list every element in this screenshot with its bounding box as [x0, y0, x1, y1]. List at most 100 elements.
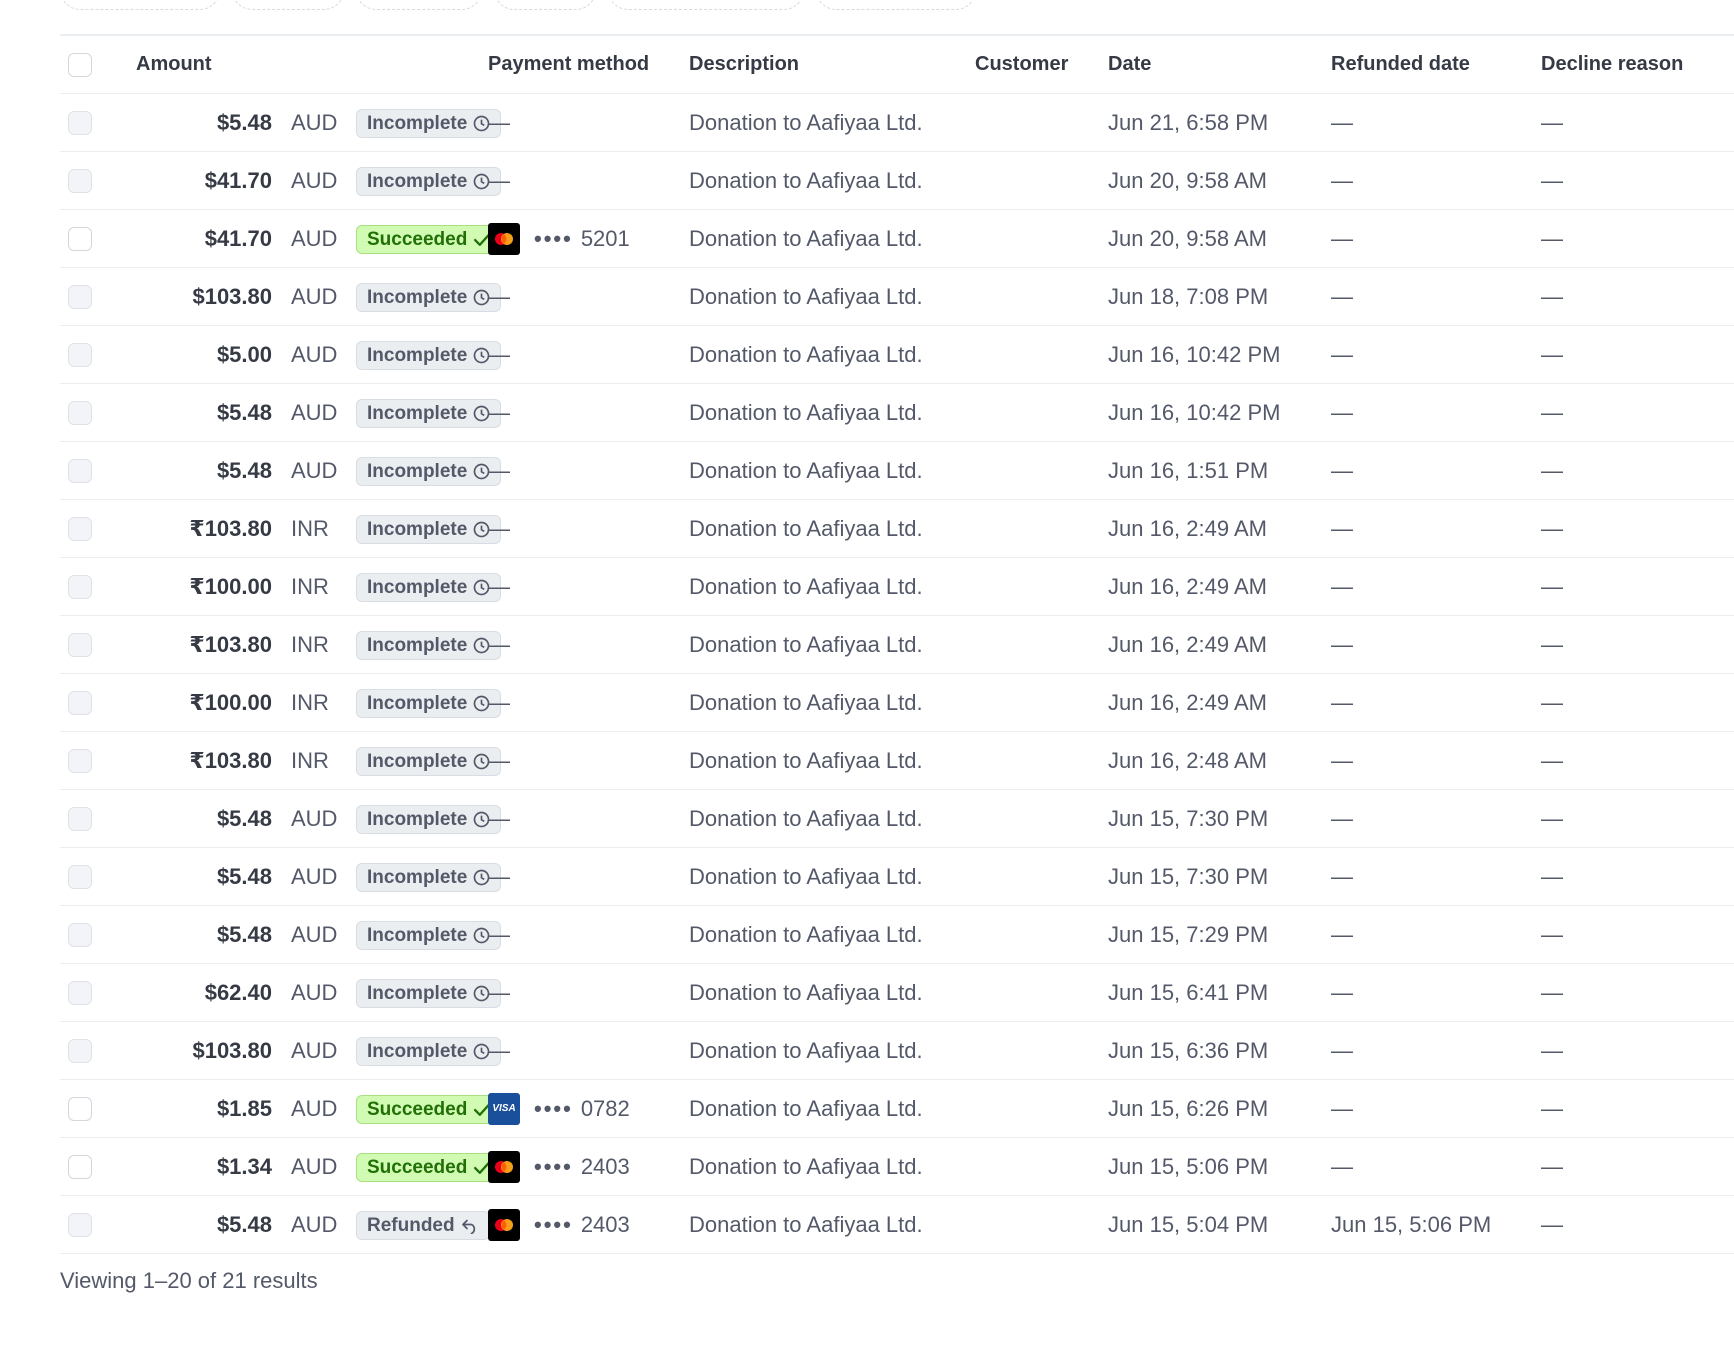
status-badge: Incomplete	[356, 341, 502, 370]
card-last4: 2403	[580, 1211, 630, 1237]
row-checkbox[interactable]	[68, 790, 92, 847]
column-header-refunded-date[interactable]: Refunded date	[1331, 36, 1470, 93]
date-cell: Jun 16, 2:49 AM	[1108, 689, 1267, 715]
row-checkbox[interactable]	[68, 906, 92, 963]
filter-pill[interactable]	[60, 0, 220, 10]
status-badge: Incomplete	[356, 399, 502, 428]
status-label: Incomplete	[367, 750, 468, 772]
column-header-payment-method[interactable]: Payment method	[488, 36, 649, 93]
column-header-amount[interactable]: Amount	[136, 36, 212, 93]
filter-pill[interactable]	[494, 0, 596, 10]
row-checkbox[interactable]	[68, 384, 92, 441]
card-empty: —	[488, 863, 510, 889]
column-header-description[interactable]: Description	[689, 36, 799, 93]
description-cell: Donation to Aafiyaa Ltd.	[689, 1037, 923, 1063]
description-cell: Donation to Aafiyaa Ltd.	[689, 1153, 923, 1179]
row-checkbox[interactable]	[68, 268, 92, 325]
table-row[interactable]: $5.48 AUD Incomplete — Donation to Aafiyaa L…	[60, 94, 1734, 152]
table-row[interactable]: $41.70 AUD Succeeded •••• 5201 Donation to Aa…	[60, 210, 1734, 268]
table-row[interactable]: $1.34 AUD Succeeded •••• 2403 Donation to Aaf…	[60, 1138, 1734, 1196]
row-checkbox[interactable]	[68, 964, 92, 1021]
date-cell: Jun 15, 5:04 PM	[1108, 1211, 1269, 1237]
filter-pill[interactable]	[608, 0, 804, 10]
row-checkbox[interactable]	[68, 674, 92, 731]
description-cell: Donation to Aafiyaa Ltd.	[689, 109, 923, 135]
table-row[interactable]: $62.40 AUD Incomplete — Donation to Aafiyaa …	[60, 964, 1734, 1022]
table-row[interactable]: ₹103.80 INR Incomplete — Donation to Aafiyaa…	[60, 500, 1734, 558]
payment-method-cell: —	[488, 442, 510, 499]
table-row[interactable]: $5.00 AUD Incomplete — Donation to Aafiyaa L…	[60, 326, 1734, 384]
amount-value: $5.48	[216, 109, 272, 135]
table-body: $5.48 AUD Incomplete — Donation to Aafiyaa L…	[60, 94, 1734, 1254]
row-checkbox[interactable]	[68, 442, 92, 499]
column-header-customer[interactable]: Customer	[975, 36, 1068, 93]
column-header-date[interactable]: Date	[1108, 36, 1151, 93]
payment-method-cell: —	[488, 906, 510, 963]
currency-code: INR	[291, 515, 329, 541]
table-row[interactable]: $41.70 AUD Incomplete — Donation to Aafiyaa …	[60, 152, 1734, 210]
decline-reason-cell: —	[1541, 631, 1563, 657]
row-checkbox[interactable]	[68, 732, 92, 789]
table-row[interactable]: ₹100.00 INR Incomplete — Donation to Aafiyaa…	[60, 674, 1734, 732]
filter-pill[interactable]	[816, 0, 976, 10]
currency-code: AUD	[291, 979, 338, 1005]
payment-method-cell: —	[488, 268, 510, 325]
row-checkbox[interactable]	[68, 616, 92, 673]
row-checkbox[interactable]	[68, 500, 92, 557]
table-row[interactable]: $5.48 AUD Incomplete — Donation to Aafiyaa L…	[60, 906, 1734, 964]
status-label: Incomplete	[367, 286, 468, 308]
description-cell: Donation to Aafiyaa Ltd.	[689, 631, 923, 657]
amount-value: ₹100.00	[189, 689, 272, 715]
row-checkbox[interactable]	[68, 1138, 92, 1195]
select-all-checkbox[interactable]	[68, 36, 92, 93]
table-row[interactable]: $5.48 AUD Incomplete — Donation to Aafiyaa L…	[60, 442, 1734, 500]
table-row[interactable]: $5.48 AUD Incomplete — Donation to Aafiyaa L…	[60, 384, 1734, 442]
row-checkbox[interactable]	[68, 848, 92, 905]
decline-reason-cell: —	[1541, 573, 1563, 599]
refunded-date-cell: —	[1331, 109, 1353, 135]
row-checkbox[interactable]	[68, 326, 92, 383]
description-cell: Donation to Aafiyaa Ltd.	[689, 921, 923, 947]
card-empty: —	[488, 921, 510, 947]
table-row[interactable]: $5.48 AUD Refunded •••• 2403 Donation to Aafi…	[60, 1196, 1734, 1254]
payment-method-cell: —	[488, 616, 510, 673]
row-checkbox[interactable]	[68, 558, 92, 615]
currency-code: INR	[291, 573, 329, 599]
amount-value: $41.70	[204, 225, 272, 251]
filter-pill[interactable]	[356, 0, 482, 10]
row-checkbox[interactable]	[68, 94, 92, 151]
decline-reason-cell: —	[1541, 921, 1563, 947]
row-checkbox[interactable]	[68, 1196, 92, 1253]
row-checkbox[interactable]	[68, 1080, 92, 1137]
description-cell: Donation to Aafiyaa Ltd.	[689, 1211, 923, 1237]
row-checkbox[interactable]	[68, 1022, 92, 1079]
decline-reason-cell: —	[1541, 399, 1563, 425]
table-row[interactable]: $103.80 AUD Incomplete — Donation to Aafiyaa…	[60, 1022, 1734, 1080]
row-checkbox[interactable]	[68, 210, 92, 267]
table-row[interactable]: $103.80 AUD Incomplete — Donation to Aafiyaa…	[60, 268, 1734, 326]
date-cell: Jun 16, 10:42 PM	[1108, 399, 1281, 425]
payment-method-cell: —	[488, 326, 510, 383]
currency-code: AUD	[291, 399, 338, 425]
card-empty: —	[488, 689, 510, 715]
filter-pill[interactable]	[232, 0, 344, 10]
row-checkbox[interactable]	[68, 152, 92, 209]
table-row[interactable]: ₹103.80 INR Incomplete — Donation to Aafiyaa…	[60, 732, 1734, 790]
table-row[interactable]: $5.48 AUD Incomplete — Donation to Aafiyaa L…	[60, 790, 1734, 848]
card-empty: —	[488, 341, 510, 367]
column-header-decline-reason[interactable]: Decline reason	[1541, 36, 1683, 93]
status-badge: Incomplete	[356, 1037, 502, 1066]
decline-reason-cell: —	[1541, 341, 1563, 367]
payment-method-cell: —	[488, 790, 510, 847]
card-empty: —	[488, 805, 510, 831]
pagination-summary: Viewing 1–20 of 21 results	[60, 1268, 318, 1293]
currency-code: AUD	[291, 283, 338, 309]
currency-code: AUD	[291, 1095, 338, 1121]
visa-icon: VISA	[488, 1092, 520, 1125]
table-row[interactable]: $1.85 AUD Succeeded VISA •••• 0782 Donation to…	[60, 1080, 1734, 1138]
table-row[interactable]: $5.48 AUD Incomplete — Donation to Aafiyaa L…	[60, 848, 1734, 906]
refunded-date-cell: Jun 15, 5:06 PM	[1331, 1211, 1492, 1237]
table-row[interactable]: ₹100.00 INR Incomplete — Donation to Aafiyaa…	[60, 558, 1734, 616]
decline-reason-cell: —	[1541, 1037, 1563, 1063]
table-row[interactable]: ₹103.80 INR Incomplete — Donation to Aafiyaa…	[60, 616, 1734, 674]
